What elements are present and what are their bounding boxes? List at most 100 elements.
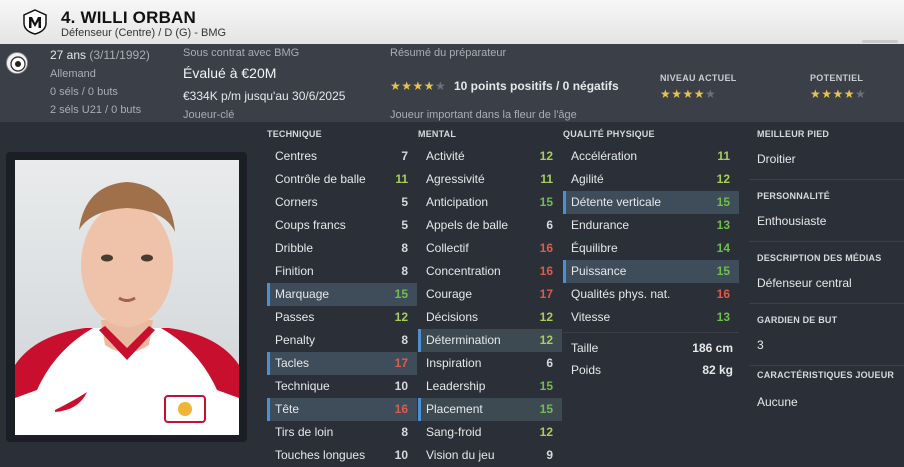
attr-name: Inspiration xyxy=(426,356,482,370)
attr-centres[interactable]: Centres 7 xyxy=(267,145,417,168)
attr-value: 12 xyxy=(539,149,553,163)
mental-header: MENTAL xyxy=(418,129,457,139)
attr-value: 11 xyxy=(395,172,408,186)
attr-corners[interactable]: Corners 5 xyxy=(267,191,417,214)
attr-appels-de-balle[interactable]: Appels de balle 6 xyxy=(418,214,562,237)
attr-passes[interactable]: Passes 12 xyxy=(267,306,417,329)
attr-name: Agilité xyxy=(571,172,604,186)
weight-label: Poids xyxy=(571,363,602,377)
attr-touches-longues[interactable]: Touches longues 10 xyxy=(267,444,417,467)
attr-tirs-de-loin[interactable]: Tirs de loin 8 xyxy=(267,421,417,444)
attr-name: Sang-froid xyxy=(426,425,482,439)
attr-name: Corners xyxy=(275,195,318,209)
attr-value: 15 xyxy=(716,195,730,209)
weight-value: 82 kg xyxy=(702,363,733,377)
current-ability-label: NIVEAU ACTUEL xyxy=(660,73,737,83)
header-tab-indicator[interactable] xyxy=(862,40,898,43)
attr-puissance[interactable]: Puissance 15 xyxy=(563,260,739,283)
attr-collectif[interactable]: Collectif 16 xyxy=(418,237,562,260)
height-row: Taille 186 cm xyxy=(563,337,739,359)
attr-value: 16 xyxy=(539,264,553,278)
attr-sang-froid[interactable]: Sang-froid 12 xyxy=(418,421,562,444)
attr-placement[interactable]: Placement 15 xyxy=(418,398,562,421)
attr-technique[interactable]: Technique 10 xyxy=(267,375,417,398)
physical-attributes: Accélération 11 Agilité 12 Détente vertica… xyxy=(563,145,739,329)
attr-value: 13 xyxy=(716,218,730,232)
attr-inspiration[interactable]: Inspiration 6 xyxy=(418,352,562,375)
attr-name: Touches longues xyxy=(275,448,366,462)
attr-endurance[interactable]: Endurance 13 xyxy=(563,214,739,237)
potential-stars: ★★★★★ xyxy=(810,87,867,101)
attr-value: 15 xyxy=(539,379,553,393)
nation-flag-icon[interactable] xyxy=(6,52,28,74)
player-wage: €334K p/m jusqu'au 30/6/2025 xyxy=(183,89,346,103)
attr-dribble[interactable]: Dribble 8 xyxy=(267,237,417,260)
attr-name: Détermination xyxy=(426,333,501,347)
side-divider xyxy=(749,179,904,180)
attr-marquage[interactable]: Marquage 15 xyxy=(267,283,417,306)
attr-finition[interactable]: Finition 8 xyxy=(267,260,417,283)
attr-value: 12 xyxy=(716,172,730,186)
attr-name: Marquage xyxy=(275,287,330,301)
attr-value: 15 xyxy=(394,287,408,301)
attr-value: 17 xyxy=(539,287,553,301)
attr-value: 16 xyxy=(716,287,730,301)
technique-attributes: Centres 7 Contrôle de balle 11 Corners 5 Co… xyxy=(267,145,417,467)
scout-report-stars: ★★★★★ xyxy=(390,79,447,93)
attr-value: 6 xyxy=(546,356,553,370)
current-ability-stars: ★★★★★ xyxy=(660,87,717,101)
attr-qualites-phys-nat[interactable]: Qualités phys. nat. 16 xyxy=(563,283,739,306)
height-label: Taille xyxy=(571,341,599,355)
attr-name: Endurance xyxy=(571,218,630,232)
attr-determination[interactable]: Détermination 12 xyxy=(418,329,562,352)
player-portrait-icon xyxy=(15,160,239,435)
height-value: 186 cm xyxy=(692,341,733,355)
attr-value: 6 xyxy=(546,218,553,232)
u21-caps: 2 séls U21 / 0 buts xyxy=(50,104,142,116)
scout-report-summary[interactable]: 10 points positifs / 0 négatifs xyxy=(454,79,619,93)
player-photo[interactable] xyxy=(15,160,239,435)
attr-name: Contrôle de balle xyxy=(275,172,366,186)
attr-agressivite[interactable]: Agressivité 11 xyxy=(418,168,562,191)
attr-name: Activité xyxy=(426,149,465,163)
personality-value[interactable]: Enthousiaste xyxy=(757,214,826,228)
attr-name: Vision du jeu xyxy=(426,448,495,462)
attr-tacles[interactable]: Tacles 17 xyxy=(267,352,417,375)
attr-name: Tacles xyxy=(275,356,310,370)
potential-label: POTENTIEL xyxy=(810,73,864,83)
attr-value: 11 xyxy=(717,149,730,163)
attr-name: Équilibre xyxy=(571,241,618,255)
attr-value: 8 xyxy=(401,425,408,439)
attr-leadership[interactable]: Leadership 15 xyxy=(418,375,562,398)
media-description-value[interactable]: Défenseur central xyxy=(757,276,852,290)
attr-name: Agressivité xyxy=(426,172,485,186)
preferred-foot-value: Droitier xyxy=(757,152,796,166)
attr-coups-francs[interactable]: Coups francs 5 xyxy=(267,214,417,237)
contract-label: Sous contrat avec BMG xyxy=(183,47,300,59)
attr-detente-verticale[interactable]: Détente verticale 15 xyxy=(563,191,739,214)
attr-value: 13 xyxy=(716,310,730,324)
attr-decisions[interactable]: Décisions 12 xyxy=(418,306,562,329)
club-crest-icon[interactable] xyxy=(22,9,48,35)
side-divider xyxy=(749,241,904,242)
attr-vitesse[interactable]: Vitesse 13 xyxy=(563,306,739,329)
attr-name: Qualités phys. nat. xyxy=(571,287,671,301)
attr-agilite[interactable]: Agilité 12 xyxy=(563,168,739,191)
attr-tete[interactable]: Tête 16 xyxy=(267,398,417,421)
attr-concentration[interactable]: Concentration 16 xyxy=(418,260,562,283)
attr-name: Placement xyxy=(426,402,483,416)
attr-value: 5 xyxy=(401,218,408,232)
attr-acceleration[interactable]: Accélération 11 xyxy=(563,145,739,168)
attr-name: Concentration xyxy=(426,264,501,278)
attr-courage[interactable]: Courage 17 xyxy=(418,283,562,306)
attr-anticipation[interactable]: Anticipation 15 xyxy=(418,191,562,214)
attr-name: Penalty xyxy=(275,333,316,347)
attr-value: 12 xyxy=(539,425,553,439)
attr-activite[interactable]: Activité 12 xyxy=(418,145,562,168)
attr-controle-de-balle[interactable]: Contrôle de balle 11 xyxy=(267,168,417,191)
attr-penalty[interactable]: Penalty 8 xyxy=(267,329,417,352)
attr-vision-du-jeu[interactable]: Vision du jeu 9 xyxy=(418,444,562,467)
attr-equilibre[interactable]: Équilibre 14 xyxy=(563,237,739,260)
attr-value: 10 xyxy=(394,379,408,393)
attr-value: 9 xyxy=(546,448,553,462)
